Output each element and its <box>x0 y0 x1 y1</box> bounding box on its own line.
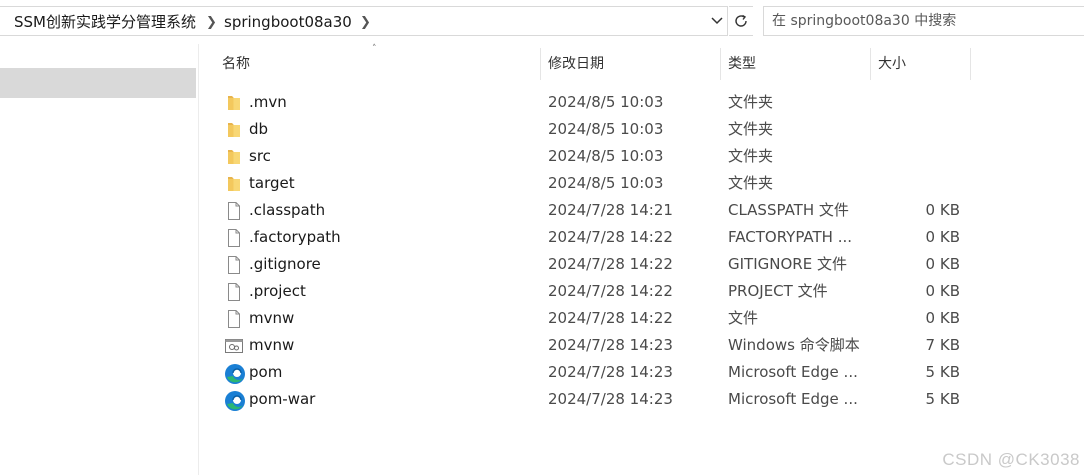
refresh-button[interactable] <box>729 6 753 36</box>
file-date: 2024/7/28 14:21 <box>548 201 673 219</box>
file-type: 文件夹 <box>728 147 774 165</box>
script-icon <box>224 336 244 356</box>
file-size: 0 KB <box>925 309 960 327</box>
edge-icon <box>224 363 245 384</box>
navigation-pane[interactable] <box>0 44 199 475</box>
file-date: 2024/7/28 14:22 <box>548 282 673 300</box>
column-header-name[interactable]: 名称 <box>222 52 536 80</box>
chevron-down-icon[interactable] <box>710 13 724 31</box>
file-row[interactable]: pom 2024/7/28 14:23 Microsoft Edge ... 5 KB <box>212 359 972 386</box>
file-type: PROJECT 文件 <box>728 282 828 300</box>
column-divider[interactable] <box>970 48 971 80</box>
file-date: 2024/7/28 14:22 <box>548 255 673 273</box>
breadcrumb-separator-icon[interactable]: ❯ <box>360 15 371 30</box>
file-date: 2024/7/28 14:23 <box>548 363 673 381</box>
file-date: 2024/7/28 14:22 <box>548 228 673 246</box>
file-size: 5 KB <box>925 390 960 408</box>
file-size: 0 KB <box>925 255 960 273</box>
file-name: target <box>249 174 295 192</box>
breadcrumb-item-current[interactable]: springboot08a30 <box>224 14 352 30</box>
file-type: 文件夹 <box>728 93 774 111</box>
file-row[interactable]: .project 2024/7/28 14:22 PROJECT 文件 0 KB <box>212 278 972 305</box>
file-row[interactable]: mvnw 2024/7/28 14:23 Windows 命令脚本 7 KB <box>212 332 972 359</box>
file-name: .classpath <box>249 201 326 219</box>
file-size: 0 KB <box>925 228 960 246</box>
search-box[interactable] <box>763 6 1084 36</box>
file-date: 2024/8/5 10:03 <box>548 147 664 165</box>
file-type: Windows 命令脚本 <box>728 336 860 354</box>
file-name: src <box>249 147 271 165</box>
file-icon <box>224 255 244 275</box>
file-name: pom-war <box>249 390 316 408</box>
file-date: 2024/7/28 14:23 <box>548 390 673 408</box>
file-date: 2024/8/5 10:03 <box>548 174 664 192</box>
file-type: 文件夹 <box>728 174 774 192</box>
file-size: 5 KB <box>925 363 960 381</box>
file-icon <box>224 201 244 221</box>
file-name: mvnw <box>249 309 295 327</box>
file-date: 2024/7/28 14:22 <box>548 309 673 327</box>
column-divider[interactable] <box>540 48 541 80</box>
file-name: mvnw <box>249 336 295 354</box>
folder-icon <box>224 147 244 167</box>
column-header-type[interactable]: 类型 <box>728 52 866 80</box>
file-row[interactable]: .mvn 2024/8/5 10:03 文件夹 <box>212 89 972 116</box>
file-row[interactable]: db 2024/8/5 10:03 文件夹 <box>212 116 972 143</box>
file-size: 7 KB <box>925 336 960 354</box>
file-date: 2024/8/5 10:03 <box>548 93 664 111</box>
watermark: CSDN @CK3038 <box>942 450 1080 469</box>
file-size: 0 KB <box>925 282 960 300</box>
file-name: pom <box>249 363 283 381</box>
file-date: 2024/7/28 14:23 <box>548 336 673 354</box>
file-row[interactable]: mvnw 2024/7/28 14:22 文件 0 KB <box>212 305 972 332</box>
file-row[interactable]: target 2024/8/5 10:03 文件夹 <box>212 170 972 197</box>
file-name: .factorypath <box>249 228 341 246</box>
address-bar[interactable]: SSM创新实践学分管理系统 ❯ springboot08a30 ❯ <box>0 6 728 36</box>
file-icon <box>224 228 244 248</box>
file-row[interactable]: .factorypath 2024/7/28 14:22 FACTORYPATH .… <box>212 224 972 251</box>
folder-icon <box>224 93 244 113</box>
file-type: CLASSPATH 文件 <box>728 201 849 219</box>
column-divider[interactable] <box>870 48 871 80</box>
file-icon <box>224 282 244 302</box>
search-input[interactable] <box>772 8 1072 34</box>
file-row[interactable]: .gitignore 2024/7/28 14:22 GITIGNORE 文件 0 K… <box>212 251 972 278</box>
file-size: 0 KB <box>925 201 960 219</box>
column-header-size[interactable]: 大小 <box>878 52 968 80</box>
file-row[interactable]: pom-war 2024/7/28 14:23 Microsoft Edge ...… <box>212 386 972 413</box>
file-type: Microsoft Edge ... <box>728 390 858 408</box>
file-type: 文件 <box>728 309 759 327</box>
breadcrumb-separator-icon[interactable]: ❯ <box>206 15 217 30</box>
file-date: 2024/8/5 10:03 <box>548 120 664 138</box>
column-header-date[interactable]: 修改日期 <box>548 52 716 80</box>
file-icon <box>224 309 244 329</box>
breadcrumb-item-root[interactable]: SSM创新实践学分管理系统 <box>14 14 196 30</box>
file-name: .mvn <box>249 93 287 111</box>
file-type: GITIGNORE 文件 <box>728 255 847 273</box>
folder-icon <box>224 120 244 140</box>
address-bar-row: SSM创新实践学分管理系统 ❯ springboot08a30 ❯ <box>0 0 1084 44</box>
file-name: .project <box>249 282 306 300</box>
nav-selected-item[interactable] <box>0 68 196 98</box>
file-row[interactable]: src 2024/8/5 10:03 文件夹 <box>212 143 972 170</box>
folder-icon <box>224 174 244 194</box>
file-type: 文件夹 <box>728 120 774 138</box>
file-type: Microsoft Edge ... <box>728 363 858 381</box>
file-type: FACTORYPATH ... <box>728 228 853 246</box>
column-divider[interactable] <box>720 48 721 80</box>
edge-icon <box>224 390 245 411</box>
file-row[interactable]: .classpath 2024/7/28 14:21 CLASSPATH 文件 0 K… <box>212 197 972 224</box>
file-name: .gitignore <box>249 255 321 273</box>
refresh-icon <box>735 14 747 27</box>
file-name: db <box>249 120 269 138</box>
